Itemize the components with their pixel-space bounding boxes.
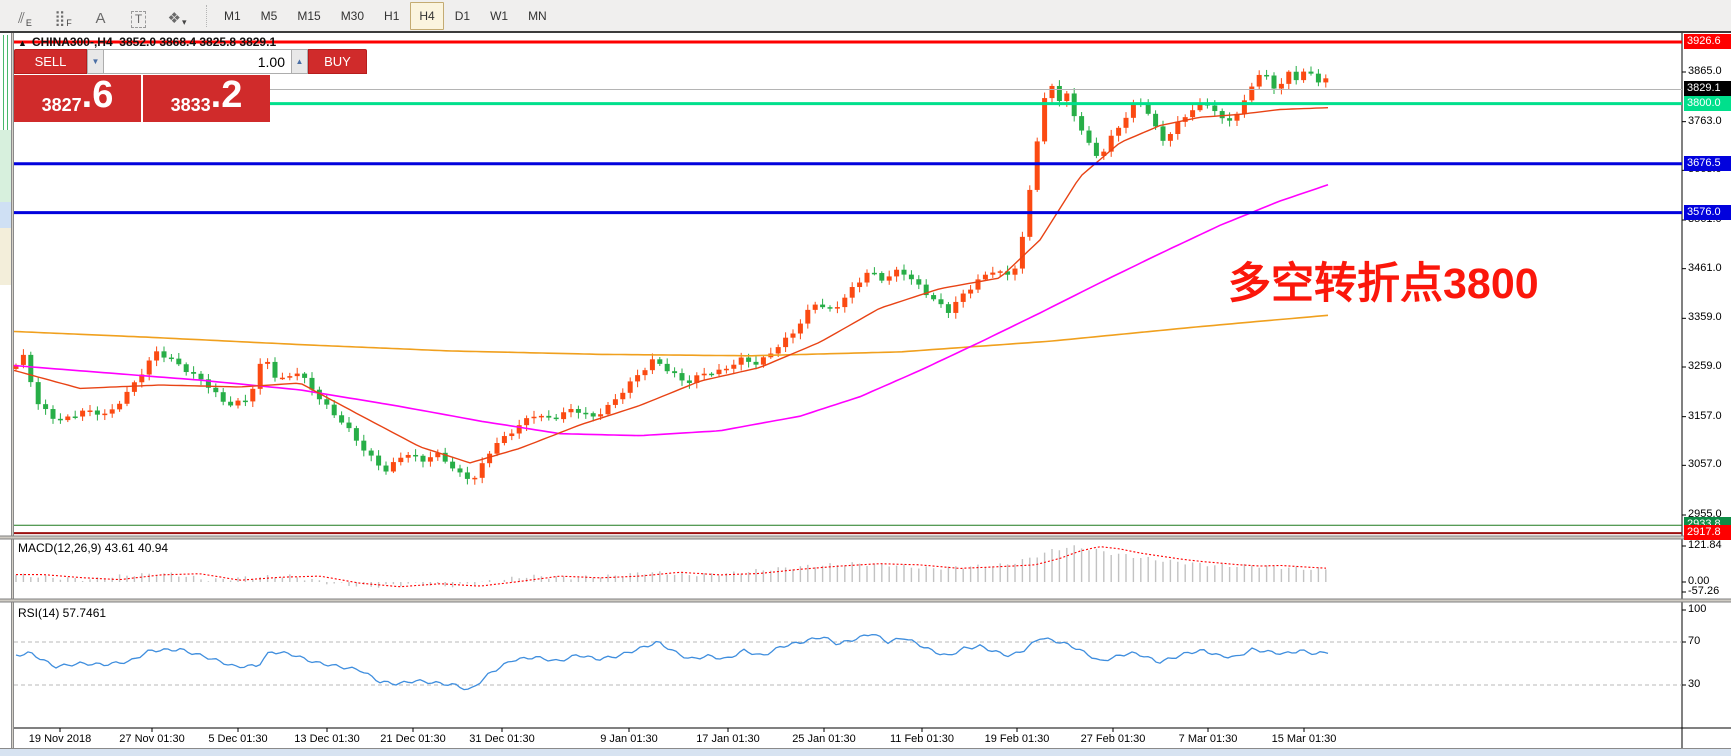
- macd-tick-label: 121.84: [1688, 539, 1722, 551]
- date-tick-label: 19 Feb 01:30: [985, 733, 1050, 745]
- price-tick-label: 3461.0: [1688, 262, 1722, 274]
- sell-button[interactable]: SELL: [14, 49, 87, 74]
- one-click-trade-panel: SELL ▼ ▲ BUY 3827.6 3833.2: [14, 49, 270, 122]
- ohlc-values: 3852.0 3868.4 3825.8 3829.1: [119, 35, 276, 49]
- trade-panel-top-row: SELL ▼ ▲ BUY: [14, 49, 270, 74]
- grid-style-f-icon[interactable]: ⣿F: [46, 2, 80, 30]
- date-tick-label: 13 Dec 01:30: [294, 733, 359, 745]
- price-badge: 3576.0: [1684, 205, 1731, 220]
- macd-indicator-label: MACD(12,26,9) 43.61 40.94: [18, 541, 168, 555]
- price-tick-label: 3259.0: [1688, 360, 1722, 372]
- toolbar-icons: ⫽E⣿FAT❖▾: [6, 2, 196, 30]
- rsi-tick-label: 70: [1688, 635, 1700, 647]
- price-badge: 3926.6: [1684, 34, 1731, 49]
- macd-tick-label: -57.26: [1688, 585, 1719, 597]
- rsi-indicator-label: RSI(14) 57.7461: [18, 606, 106, 620]
- price-tick-label: 3057.0: [1688, 458, 1722, 470]
- price-badge: 3829.1: [1684, 81, 1731, 96]
- chart-header: ▲ CHINA300-,H4 3852.0 3868.4 3825.8 3829.…: [18, 35, 276, 49]
- date-tick-label: 5 Dec 01:30: [208, 733, 267, 745]
- date-tick-label: 27 Nov 01:30: [119, 733, 184, 745]
- timeframe-button-m15[interactable]: M15: [288, 2, 329, 30]
- timeframe-button-m30[interactable]: M30: [332, 2, 373, 30]
- price-tick-label: 3763.0: [1688, 115, 1722, 127]
- date-tick-label: 31 Dec 01:30: [469, 733, 534, 745]
- timeframe-button-m1[interactable]: M1: [215, 2, 250, 30]
- rsi-tick-label: 100: [1688, 603, 1706, 615]
- buy-price-dec: .2: [211, 75, 243, 115]
- date-tick-label: 25 Jan 01:30: [792, 733, 856, 745]
- buy-price-int: 3833: [171, 95, 211, 116]
- timeframe-button-d1[interactable]: D1: [446, 2, 479, 30]
- hatch-style-e-icon[interactable]: ⫽E: [8, 2, 42, 30]
- timeframe-button-mn[interactable]: MN: [519, 2, 556, 30]
- date-tick-label: 7 Mar 01:30: [1179, 733, 1238, 745]
- price-badge: 3676.5: [1684, 156, 1731, 171]
- timeframe-button-w1[interactable]: W1: [481, 2, 517, 30]
- toolbar: ⫽E⣿FAT❖▾ M1M5M15M30H1H4D1W1MN: [0, 0, 1731, 33]
- date-tick-label: 21 Dec 01:30: [380, 733, 445, 745]
- price-tick-label: 3865.0: [1688, 65, 1722, 77]
- date-tick-label: 19 Nov 2018: [29, 733, 91, 745]
- timeframe-button-h1[interactable]: H1: [375, 2, 408, 30]
- trade-panel-price-row: 3827.6 3833.2: [14, 75, 270, 122]
- timeframe-button-m5[interactable]: M5: [252, 2, 287, 30]
- timeframe-buttons: M1M5M15M30H1H4D1W1MN: [214, 2, 557, 30]
- sell-price-dec: .6: [82, 75, 114, 115]
- date-tick-label: 9 Jan 01:30: [600, 733, 658, 745]
- volume-input[interactable]: [104, 49, 291, 74]
- date-tick-label: 27 Feb 01:30: [1081, 733, 1146, 745]
- collapse-triangle-icon[interactable]: ▲: [18, 38, 27, 48]
- date-tick-label: 17 Jan 01:30: [696, 733, 760, 745]
- symbol-period-label: CHINA300-,H4: [32, 35, 113, 49]
- text-label-icon[interactable]: A: [84, 2, 118, 30]
- trading-terminal: ⫽E⣿FAT❖▾ M1M5M15M30H1H4D1W1MN ▲ CHINA300-…: [0, 0, 1731, 756]
- date-tick-label: 11 Feb 01:30: [890, 733, 954, 745]
- status-bar: [0, 748, 1731, 756]
- price-badge: 2917.8: [1684, 525, 1731, 540]
- rsi-tick-label: 30: [1688, 678, 1700, 690]
- buy-button[interactable]: BUY: [308, 49, 367, 74]
- text-box-icon[interactable]: T: [122, 2, 156, 30]
- price-badge: 3800.0: [1684, 96, 1731, 111]
- volume-decrease-button[interactable]: ▼: [87, 49, 104, 74]
- toolbar-separator: [206, 5, 208, 27]
- date-tick-label: 15 Mar 01:30: [1272, 733, 1337, 745]
- buy-price-display[interactable]: 3833.2: [143, 75, 270, 122]
- price-tick-label: 3359.0: [1688, 311, 1722, 323]
- sell-price-int: 3827: [42, 95, 82, 116]
- chart-annotation-text: 多空转折点3800: [1228, 249, 1539, 311]
- arrow-objects-icon[interactable]: ❖▾: [160, 2, 194, 30]
- volume-increase-button[interactable]: ▲: [291, 49, 308, 74]
- timeframe-button-h4[interactable]: H4: [410, 2, 443, 30]
- price-tick-label: 3157.0: [1688, 410, 1722, 422]
- sell-price-display[interactable]: 3827.6: [14, 75, 141, 122]
